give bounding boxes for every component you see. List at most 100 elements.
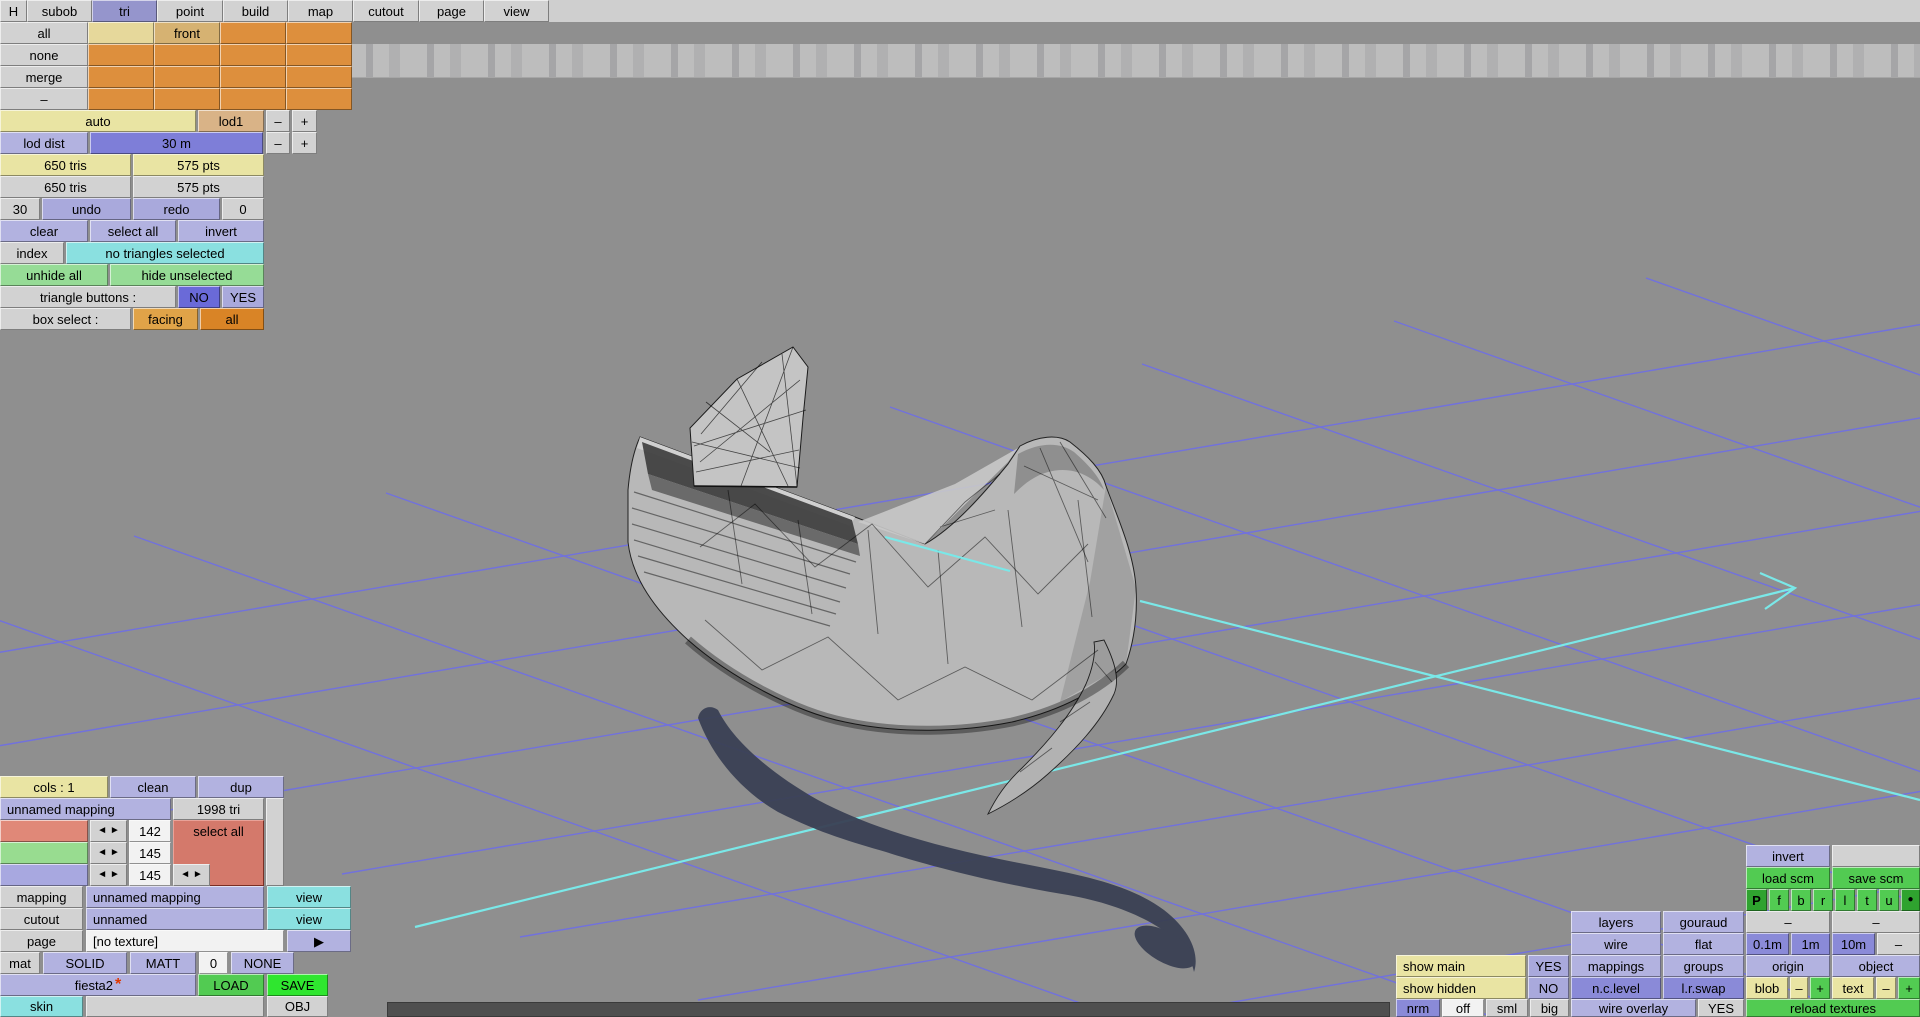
index-button[interactable]: index — [0, 242, 64, 264]
clean-button[interactable]: clean — [110, 776, 196, 798]
triangle-buttons-yes[interactable]: YES — [222, 286, 264, 308]
view-preset-button-u[interactable]: u — [1879, 889, 1899, 911]
swatch-arrows[interactable]: ◄ ► — [90, 820, 127, 842]
view-preset-button-r[interactable]: r — [1813, 889, 1833, 911]
mapping-name-field[interactable]: unnamed mapping — [0, 798, 171, 820]
view-preset-button-b[interactable]: b — [1791, 889, 1811, 911]
reload-textures-button[interactable]: reload textures — [1746, 999, 1920, 1017]
invert-button[interactable]: invert — [178, 220, 264, 242]
select-all-button[interactable]: select all — [90, 220, 176, 242]
redo-button[interactable]: redo — [133, 198, 220, 220]
text-plus-button[interactable]: + — [1898, 977, 1920, 999]
dash-button-3[interactable]: – — [1877, 933, 1920, 955]
lod-cell[interactable] — [88, 66, 154, 88]
color-swatch-red[interactable] — [0, 820, 88, 842]
lod-cell[interactable] — [286, 66, 352, 88]
view-preset-button-l[interactable]: l — [1835, 889, 1855, 911]
layers-button[interactable]: layers — [1571, 911, 1661, 933]
view-preset-button-t[interactable]: t — [1857, 889, 1877, 911]
save-button[interactable]: SAVE — [267, 974, 328, 996]
show-main-value[interactable]: YES — [1528, 955, 1569, 977]
box-select-facing[interactable]: facing — [133, 308, 198, 330]
select-none-button[interactable]: none — [0, 44, 88, 66]
blob-button[interactable]: blob — [1746, 977, 1788, 999]
show-main-button[interactable]: show main — [1396, 955, 1526, 977]
object-button[interactable]: object — [1832, 955, 1920, 977]
grid-01m-button[interactable]: 0.1m — [1746, 933, 1789, 955]
lrswap-button[interactable]: l.r.swap — [1663, 977, 1744, 999]
cutout-name-value[interactable]: unnamed — [86, 908, 264, 930]
grid-1m-button[interactable]: 1m — [1791, 933, 1830, 955]
menu-item-view[interactable]: view — [484, 0, 549, 22]
grid-10m-button[interactable]: 10m — [1832, 933, 1875, 955]
wire-overlay-button[interactable]: wire overlay — [1571, 999, 1696, 1017]
viewport-3d[interactable] — [0, 22, 1920, 1017]
view-preset-button-f[interactable]: f — [1769, 889, 1789, 911]
sml-button[interactable]: sml — [1486, 999, 1528, 1017]
menu-item-subob[interactable]: subob — [27, 0, 92, 22]
nclevel-button[interactable]: n.c.level — [1571, 977, 1661, 999]
unhide-all-button[interactable]: unhide all — [0, 264, 108, 286]
cutout-view-button[interactable]: view — [267, 908, 351, 930]
lod-cell[interactable] — [154, 66, 220, 88]
lod-cell[interactable] — [88, 88, 154, 110]
triangle-buttons-no[interactable]: NO — [178, 286, 220, 308]
mat-solid-button[interactable]: SOLID — [43, 952, 127, 974]
mat-matt-button[interactable]: MATT — [130, 952, 196, 974]
lod-cell[interactable] — [88, 44, 154, 66]
lod1-label[interactable]: lod1 — [198, 110, 264, 132]
scroll-stub[interactable] — [266, 798, 284, 886]
big-button[interactable]: big — [1530, 999, 1569, 1017]
box-select-all[interactable]: all — [200, 308, 264, 330]
nrm-button[interactable]: nrm — [1396, 999, 1440, 1017]
lod-cell[interactable] — [154, 44, 220, 66]
menu-item-point[interactable]: point — [157, 0, 223, 22]
color-swatch-purple[interactable] — [0, 864, 88, 886]
blob-plus-button[interactable]: + — [1810, 977, 1830, 999]
menu-item-h[interactable]: H — [0, 0, 27, 22]
menu-item-build[interactable]: build — [223, 0, 288, 22]
show-hidden-button[interactable]: show hidden — [1396, 977, 1526, 999]
lod-cell-front[interactable]: front — [154, 22, 220, 44]
lod-minus-button[interactable]: – — [266, 110, 290, 132]
dash-button-1[interactable]: – — [1746, 911, 1830, 933]
mat-none-button[interactable]: NONE — [231, 952, 294, 974]
invert-view-button[interactable]: invert — [1746, 845, 1830, 867]
view-preset-button-p[interactable]: P — [1746, 889, 1767, 911]
color-swatch-green[interactable] — [0, 842, 88, 864]
page-next-button[interactable]: ▶ — [287, 930, 351, 952]
lod-cell[interactable] — [220, 22, 286, 44]
group-select-arrows[interactable]: ◄ ► — [173, 864, 210, 886]
swatch-arrows[interactable]: ◄ ► — [90, 864, 127, 886]
page-texture-value[interactable]: [no texture] — [86, 930, 284, 952]
swatch-arrows[interactable]: ◄ ► — [90, 842, 127, 864]
lod-dist-minus-button[interactable]: – — [266, 132, 290, 154]
clear-button[interactable]: clear — [0, 220, 88, 242]
blob-minus-button[interactable]: – — [1790, 977, 1808, 999]
flat-button[interactable]: flat — [1663, 933, 1744, 955]
select-all-rows-button[interactable]: all — [0, 22, 88, 44]
dup-button[interactable]: dup — [198, 776, 284, 798]
lod-dist-plus-button[interactable]: + — [292, 132, 317, 154]
wire-button[interactable]: wire — [1571, 933, 1661, 955]
text-minus-button[interactable]: – — [1876, 977, 1896, 999]
load-button[interactable]: LOAD — [198, 974, 264, 996]
model-name-field[interactable]: fiesta2 * — [0, 974, 196, 996]
hide-unselected-button[interactable]: hide unselected — [110, 264, 264, 286]
shadow-button[interactable] — [1832, 845, 1920, 867]
lod-cell[interactable] — [154, 88, 220, 110]
off-button[interactable]: off — [1442, 999, 1484, 1017]
mapping-view-button[interactable]: view — [267, 886, 351, 908]
lod-cell[interactable] — [220, 88, 286, 110]
dash-button-2[interactable]: – — [1832, 911, 1920, 933]
wire-overlay-value[interactable]: YES — [1698, 999, 1744, 1017]
save-scm-button[interactable]: save scm — [1832, 867, 1920, 889]
show-hidden-value[interactable]: NO — [1528, 977, 1569, 999]
lod-cell[interactable] — [286, 44, 352, 66]
load-scm-button[interactable]: load scm — [1746, 867, 1830, 889]
gouraud-button[interactable]: gouraud — [1663, 911, 1744, 933]
text-button[interactable]: text — [1832, 977, 1874, 999]
menu-item-map[interactable]: map — [288, 0, 353, 22]
lod-cell[interactable] — [286, 88, 352, 110]
skin-button[interactable]: skin — [0, 996, 83, 1017]
